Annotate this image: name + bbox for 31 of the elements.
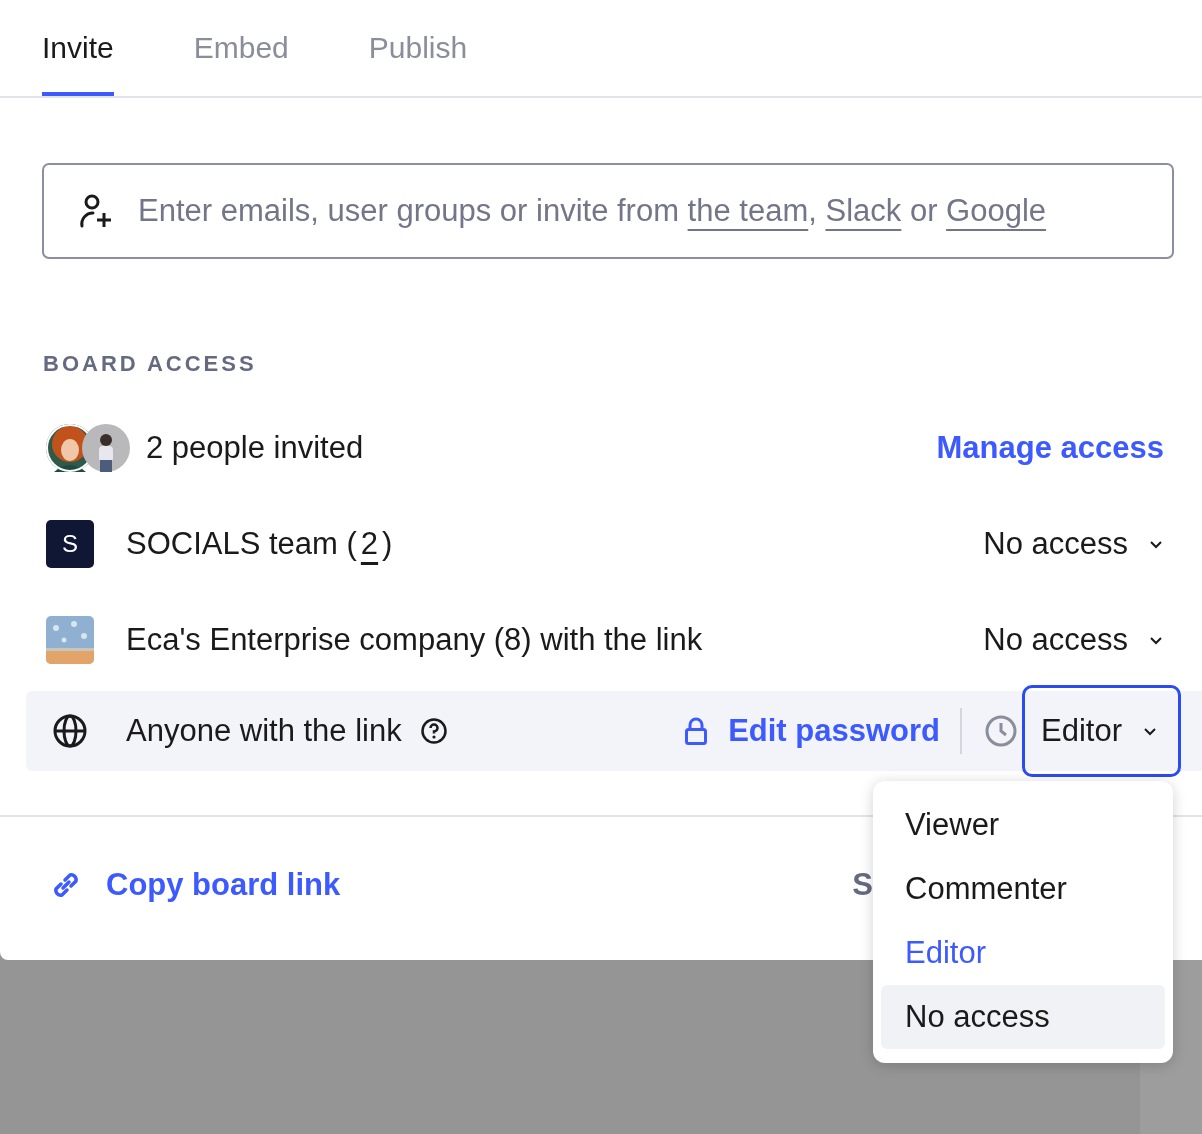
footer-text: S: [852, 867, 873, 903]
invite-source-link[interactable]: Slack: [825, 193, 902, 228]
organization-name: Eca's Enterprise company (8) with the link: [126, 622, 703, 658]
role-dropdown[interactable]: No access: [983, 622, 1164, 658]
role-dropdown[interactable]: No access: [983, 526, 1164, 562]
globe-icon: [52, 713, 88, 749]
manage-access-link[interactable]: Manage access: [936, 430, 1164, 466]
copy-link-button[interactable]: Copy board link: [46, 865, 341, 905]
add-person-icon: [78, 193, 114, 229]
member-count-link[interactable]: 2: [356, 526, 383, 561]
invite-source-link[interactable]: the team: [687, 193, 809, 228]
team-badge: S: [46, 520, 94, 568]
edit-password-link[interactable]: Edit password: [728, 713, 940, 749]
invited-count: 2 people invited: [146, 430, 364, 466]
clock-icon[interactable]: [984, 714, 1018, 748]
invite-source-link[interactable]: Google: [946, 193, 1047, 228]
help-icon[interactable]: [419, 717, 448, 745]
role-dropdown[interactable]: Editor: [1022, 685, 1181, 777]
team-name: SOCIALS team (2): [126, 526, 393, 562]
menu-item[interactable]: Editor: [881, 921, 1165, 985]
tab[interactable]: Embed: [193, 0, 289, 96]
tab[interactable]: Invite: [42, 0, 114, 96]
tab[interactable]: Publish: [368, 0, 468, 96]
menu-item[interactable]: Commenter: [881, 857, 1165, 921]
section-label: BOARD ACCESS: [43, 353, 258, 375]
link-access-label: Anyone with the link: [126, 713, 402, 749]
invite-field[interactable]: Enter emails, user groups or invite from the team, Slack or Google: [42, 163, 1174, 259]
menu-item[interactable]: No access: [881, 985, 1165, 1049]
menu-item[interactable]: Viewer: [881, 793, 1165, 857]
invite-prompt: Enter emails, user groups or invite from the team, Slack or Google: [138, 193, 1047, 229]
lock-icon: [684, 716, 709, 746]
